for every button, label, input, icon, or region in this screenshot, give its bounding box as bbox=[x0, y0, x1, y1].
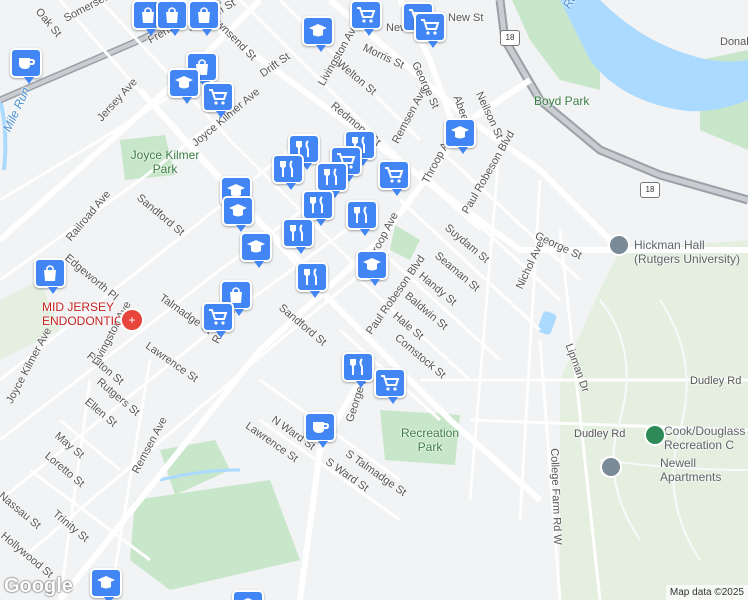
cart-marker-icon[interactable] bbox=[378, 160, 410, 196]
school-marker-icon[interactable] bbox=[168, 68, 200, 104]
school-marker-icon[interactable] bbox=[222, 196, 254, 232]
food-marker-icon[interactable] bbox=[272, 154, 304, 190]
food-marker-icon[interactable] bbox=[282, 218, 314, 254]
street-label: Donald bbox=[720, 36, 748, 48]
cart-marker-icon[interactable] bbox=[350, 0, 382, 36]
school-marker-icon[interactable] bbox=[444, 118, 476, 154]
map-attribution[interactable]: Map data ©2025 bbox=[665, 585, 748, 600]
google-logo: Google bbox=[4, 575, 73, 597]
cart-marker-icon[interactable] bbox=[414, 12, 446, 48]
cart-marker-icon[interactable] bbox=[202, 82, 234, 118]
cart-marker-icon[interactable] bbox=[202, 302, 234, 338]
highway-shield: 18 bbox=[640, 182, 660, 198]
food-marker-icon[interactable] bbox=[302, 190, 334, 226]
recreation-icon[interactable] bbox=[644, 424, 666, 446]
school-marker-icon[interactable] bbox=[90, 568, 122, 600]
park-label[interactable]: Recreation Park bbox=[400, 426, 460, 454]
hospital-label[interactable]: MID JERSEY ENDODONTIC... bbox=[42, 300, 133, 328]
apartments-icon[interactable] bbox=[600, 456, 622, 478]
food-marker-icon[interactable] bbox=[346, 200, 378, 236]
bag-marker-icon[interactable] bbox=[188, 0, 220, 36]
recreation-label[interactable]: Cook/Douglass Recreation C bbox=[664, 424, 748, 452]
map-view[interactable]: Oak St Somerset St French St Suydam St T… bbox=[0, 0, 748, 600]
park-label[interactable]: Boyd Park bbox=[534, 94, 589, 108]
food-marker-icon[interactable] bbox=[296, 262, 328, 298]
university-label[interactable]: Hickman Hall (Rutgers University) bbox=[634, 238, 748, 266]
apartments-label[interactable]: Newell Apartments bbox=[660, 456, 740, 484]
highway-shield: 18 bbox=[500, 30, 520, 46]
hospital-icon[interactable]: + bbox=[120, 308, 144, 332]
cart-marker-icon[interactable] bbox=[374, 368, 406, 404]
coffee-marker-icon[interactable] bbox=[10, 48, 42, 84]
university-icon[interactable] bbox=[608, 234, 630, 256]
school-marker-icon[interactable] bbox=[240, 232, 272, 268]
street-label: Dudley Rd bbox=[574, 428, 626, 440]
street-label: Dudley Rd bbox=[690, 375, 742, 387]
school-marker-icon[interactable] bbox=[302, 16, 334, 52]
bag-marker-icon[interactable] bbox=[34, 258, 66, 294]
street-label: New St bbox=[448, 12, 484, 24]
park-label[interactable]: Joyce Kilmer Park bbox=[130, 148, 200, 176]
food-marker-icon[interactable] bbox=[342, 352, 374, 388]
coffee-marker-icon[interactable] bbox=[304, 412, 336, 448]
bag-marker-icon[interactable] bbox=[156, 0, 188, 36]
school-marker-icon[interactable] bbox=[356, 250, 388, 286]
food-marker-icon[interactable] bbox=[316, 162, 348, 198]
school-marker-icon[interactable] bbox=[232, 590, 264, 600]
